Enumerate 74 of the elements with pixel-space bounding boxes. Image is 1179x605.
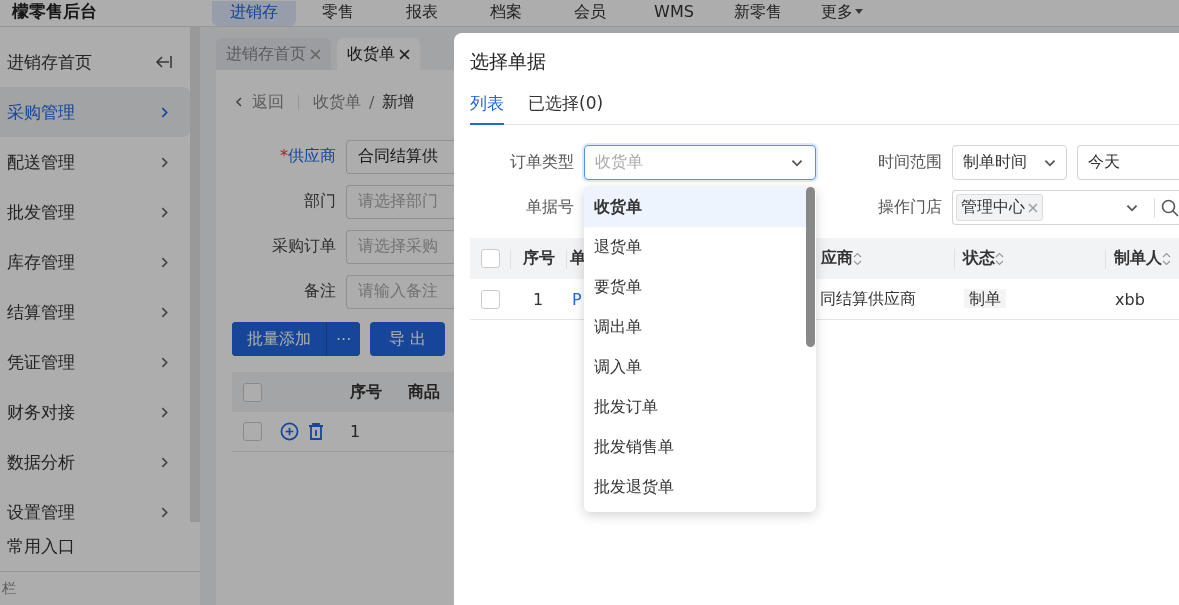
document-link[interactable]: P: [572, 289, 582, 309]
column-header: 商品: [408, 381, 441, 403]
dropdown-option[interactable]: 调出单: [584, 307, 806, 347]
sidebar-item[interactable]: 进销存首页: [0, 37, 190, 87]
dropdown-option[interactable]: 批发退货单: [584, 467, 806, 507]
page-tab[interactable]: 收货单: [337, 38, 420, 70]
status-tag: 制单: [964, 288, 1006, 308]
dropdown-option[interactable]: 调入单: [584, 347, 806, 387]
sort-icon[interactable]: [853, 251, 862, 266]
store-select[interactable]: 管理中心: [952, 190, 1179, 225]
store-tag: 管理中心: [956, 194, 1043, 221]
form-label: 备注: [303, 281, 336, 302]
nav-tab[interactable]: 会员: [548, 1, 632, 26]
checkbox[interactable]: [480, 289, 500, 309]
sidebar-item[interactable]: 批发管理: [0, 187, 190, 237]
caret-icon: [855, 9, 863, 15]
filter-label: 订单类型: [509, 152, 575, 173]
nav-tab[interactable]: 报表: [380, 1, 464, 26]
filter-label: 单据号: [525, 197, 575, 218]
table-cell-text: 1: [531, 289, 545, 309]
table-cell: 同结算供应商: [820, 288, 916, 308]
dialog-tab[interactable]: 已选择(0): [528, 92, 604, 125]
table-cell-text: 1: [350, 422, 362, 441]
breadcrumb-current: 新增: [382, 91, 415, 113]
column-header: 状态: [963, 248, 1004, 269]
sidebar-item[interactable]: 数据分析: [0, 437, 190, 487]
sidebar-item[interactable]: 配送管理: [0, 137, 190, 187]
checkbox[interactable]: [480, 249, 500, 268]
app-logo: 檬零售后台: [11, 1, 98, 21]
sort-icon[interactable]: [995, 251, 1004, 266]
time-type-select[interactable]: 制单时间: [952, 145, 1067, 180]
form-label: 采购订单: [271, 236, 336, 257]
search-icon[interactable]: [1161, 198, 1179, 217]
add-circle-icon[interactable]: [280, 422, 299, 441]
column-header: 序号: [522, 248, 555, 269]
checkbox[interactable]: [242, 422, 262, 441]
nav-tab[interactable]: 新零售: [716, 1, 800, 26]
nav-tab[interactable]: 档案: [464, 1, 548, 26]
dialog-tab[interactable]: 列表: [470, 92, 504, 125]
sidebar-footer-label: 栏: [2, 580, 17, 598]
dropdown-option[interactable]: 批发销售单: [584, 427, 806, 467]
form-label: 部门: [303, 191, 336, 212]
column-header: 单: [570, 248, 586, 269]
export-button[interactable]: 导 出: [370, 322, 446, 356]
breadcrumb-separator: /: [369, 92, 375, 112]
table-cell: xbb: [1115, 289, 1145, 309]
sidebar-item[interactable]: 设置管理: [0, 487, 190, 522]
form-label: *供应商: [279, 146, 336, 167]
collapse-icon[interactable]: [155, 55, 172, 69]
sidebar-section-title: 常用入口: [0, 522, 200, 572]
sidebar-item[interactable]: 库存管理: [0, 237, 190, 287]
checkbox[interactable]: [242, 382, 262, 402]
nav-tab[interactable]: 更多: [800, 1, 884, 26]
close-icon[interactable]: [399, 48, 410, 60]
more-button[interactable]: ···: [326, 322, 361, 356]
sidebar-item[interactable]: 采购管理: [0, 87, 190, 137]
sort-icon[interactable]: [1162, 251, 1171, 266]
column-header: 序号: [350, 381, 383, 403]
dropdown-option[interactable]: 要货单: [584, 267, 806, 307]
filter-label: 操作门店: [877, 197, 943, 218]
dropdown-option[interactable]: 退货单: [584, 227, 806, 267]
sidebar-item[interactable]: 凭证管理: [0, 337, 190, 387]
dropdown-option[interactable]: 批发订单: [584, 387, 806, 427]
nav-tab[interactable]: WMS: [632, 1, 716, 26]
sidebar-item[interactable]: 财务对接: [0, 387, 190, 437]
dialog-title: 选择单据: [470, 49, 547, 74]
sidebar-item[interactable]: 结算管理: [0, 287, 190, 337]
filter-label: 时间范围: [877, 152, 943, 173]
dropdown-option[interactable]: 收货单: [584, 187, 806, 227]
date-range-field[interactable]: 今天: [1077, 145, 1179, 180]
nav-tab[interactable]: 零售: [296, 1, 380, 26]
trash-icon[interactable]: [307, 422, 325, 441]
column-header: 制单人: [1114, 248, 1171, 269]
scrollbar-thumb[interactable]: [806, 187, 815, 347]
